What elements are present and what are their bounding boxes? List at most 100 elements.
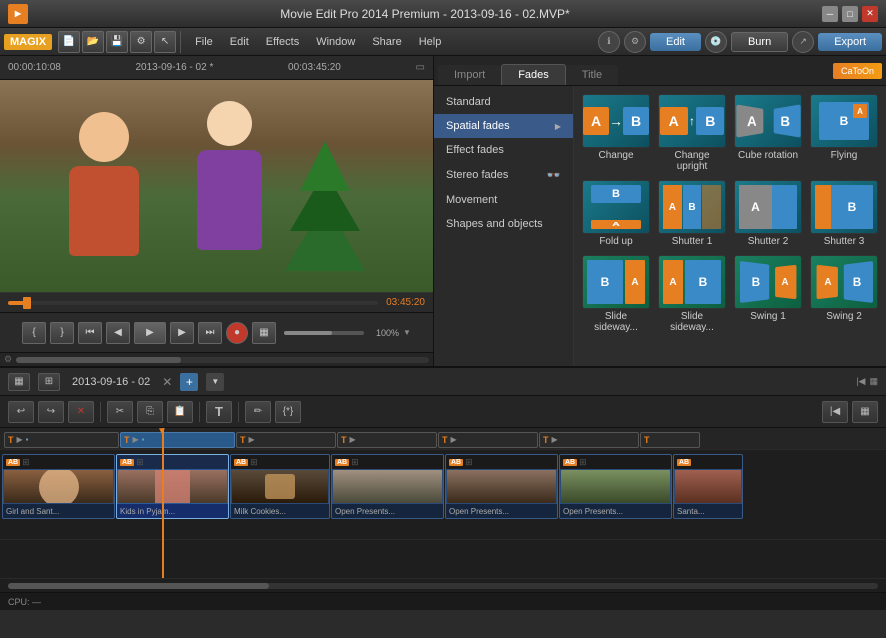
effects-content: Standard Spatial fades ▶ Effect fades St… [434, 86, 886, 366]
video-clip-1[interactable]: AB ⊞ Girl and Sant... [2, 454, 115, 519]
next-frame-button[interactable]: ▶ [170, 322, 194, 344]
timeline-storyboard-icon[interactable]: ⊞ [38, 373, 60, 391]
info-icon[interactable]: ℹ [598, 31, 620, 53]
effect-swing1-label: Swing 1 [750, 311, 786, 322]
timeline-scrollbar[interactable] [0, 578, 886, 592]
effect-fold-up-label: Fold up [599, 236, 632, 247]
cut-button[interactable]: ✂ [107, 401, 133, 423]
effects-menu-effect[interactable]: Effect fades [434, 138, 573, 162]
timeline-settings-icon[interactable]: ▦ [869, 376, 878, 387]
preview-time-start: 00:00:10:08 [8, 62, 61, 73]
record-button[interactable]: ● [226, 322, 248, 344]
title-clip-6[interactable]: T ▶ [539, 432, 639, 448]
timeline-dropdown-button[interactable]: ▼ [206, 373, 224, 391]
minimize-button[interactable]: ─ [822, 6, 838, 22]
title-clip-2[interactable]: T ▶ ▪ [120, 432, 235, 448]
effect-change[interactable]: A → B Change [582, 94, 650, 172]
mark-in-button[interactable]: { [22, 322, 46, 344]
maximize-button[interactable]: □ [842, 6, 858, 22]
video-clip-2[interactable]: AB ⊞ Kids in Pyjam... [116, 454, 229, 519]
effect-change-upright[interactable]: A ↑ B Change upright [658, 94, 726, 172]
video-clip-6[interactable]: AB ⊞ Open Presents... [559, 454, 672, 519]
video-clip-5[interactable]: AB ⊞ Open Presents... [445, 454, 558, 519]
video-clip-3[interactable]: AB ⊞ Milk Cookies... [230, 454, 330, 519]
timeline-tracks[interactable]: T ▶ ▪ T ▶ ▪ T ▶ [0, 428, 886, 578]
title-clip-5[interactable]: T ▶ [438, 432, 538, 448]
timeline-view-icon[interactable]: ▦ [8, 373, 30, 391]
effects-menu-stereo[interactable]: Stereo fades 👓 [434, 162, 573, 188]
step-back-button[interactable]: ⏮ [78, 322, 102, 344]
tab-fades[interactable]: Fades [501, 64, 566, 85]
text-button[interactable]: T [206, 401, 232, 423]
tab-title[interactable]: Title [566, 65, 618, 85]
effect-swing1[interactable]: B A Swing 1 [734, 255, 802, 333]
title-clip-4[interactable]: T ▶ [337, 432, 437, 448]
settings-circle-icon[interactable]: ⚙ [624, 31, 646, 53]
effect-swing2-label: Swing 2 [826, 311, 862, 322]
delete-button[interactable]: ✕ [68, 401, 94, 423]
export-button[interactable]: Export [818, 33, 882, 51]
effects-menu-spatial[interactable]: Spatial fades ▶ [434, 114, 573, 138]
prev-frame-button[interactable]: ◀ [106, 322, 130, 344]
more-controls-button[interactable]: ▦ [252, 322, 276, 344]
zoom-down-icon: ▼ [403, 328, 411, 337]
mark-out-button[interactable]: } [50, 322, 74, 344]
title-clip-7[interactable]: T [640, 432, 700, 448]
effect-cube-rotation[interactable]: A B Cube rotation [734, 94, 802, 172]
menu-items: File Edit Effects Window Share Help [187, 33, 449, 51]
new-icon[interactable]: 📄 [58, 31, 80, 53]
menu-file[interactable]: File [187, 33, 221, 51]
effects-menu-shapes[interactable]: Shapes and objects [434, 212, 573, 236]
effects-menu-standard[interactable]: Standard [434, 90, 573, 114]
effect-shutter1[interactable]: A B Shutter 1 [658, 180, 726, 247]
menu-edit[interactable]: Edit [222, 33, 257, 51]
undo-button[interactable]: ↩ [8, 401, 34, 423]
tab-cartoon[interactable]: CaToOn [833, 63, 882, 79]
menu-help[interactable]: Help [411, 33, 450, 51]
timeline-skip-start-icon[interactable]: |◀ [856, 376, 865, 387]
title-clip-1[interactable]: T ▶ ▪ [4, 432, 119, 448]
video-clip-4[interactable]: AB ⊞ Open Presents... [331, 454, 444, 519]
burn-button[interactable]: Burn [731, 32, 788, 52]
settings-icon[interactable]: ⚙ [130, 31, 152, 53]
tab-import[interactable]: Import [438, 65, 501, 85]
effect-slide-sideway1[interactable]: B A Slide sideway... [582, 255, 650, 333]
effect-slide-sideway2[interactable]: A B Slide sideway... [658, 255, 726, 333]
effect-cube-rotation-label: Cube rotation [738, 150, 798, 161]
menu-share[interactable]: Share [364, 33, 409, 51]
effect-flying-label: Flying [831, 150, 858, 161]
video-clip-7[interactable]: AB Santa... [673, 454, 743, 519]
settings-small-icon[interactable]: ⚙ [4, 354, 12, 365]
preview-maximize-icon[interactable]: ▭ [416, 62, 425, 73]
brush-button[interactable]: ✏ [245, 401, 271, 423]
effect-shutter3[interactable]: A B Shutter 3 [810, 180, 878, 247]
effect-swing2[interactable]: A B Swing 2 [810, 255, 878, 333]
timeline-add-button[interactable]: + [180, 373, 198, 391]
step-forward-button[interactable]: ⏭ [198, 322, 222, 344]
play-button[interactable]: ▶ [134, 322, 166, 344]
tl-counter-btn[interactable]: ▦ [852, 401, 878, 423]
close-button[interactable]: ✕ [862, 6, 878, 22]
paste-button[interactable]: 📋 [167, 401, 193, 423]
edit-mode-button[interactable]: Edit [650, 33, 701, 51]
effect-flying[interactable]: B A Flying [810, 94, 878, 172]
cursor-icon[interactable]: ↖ [154, 31, 176, 53]
effects-sidebar: Standard Spatial fades ▶ Effect fades St… [434, 86, 574, 366]
effect-shutter2[interactable]: B A Shutter 2 [734, 180, 802, 247]
title-clip-3[interactable]: T ▶ [236, 432, 336, 448]
volume-control[interactable] [284, 331, 364, 335]
redo-button[interactable]: ↪ [38, 401, 64, 423]
effects-button[interactable]: {*} [275, 401, 301, 423]
effect-fold-up[interactable]: B A Fold up [582, 180, 650, 247]
timeline-close-icon[interactable]: ✕ [162, 375, 172, 389]
menu-effects[interactable]: Effects [258, 33, 307, 51]
menu-window[interactable]: Window [308, 33, 363, 51]
preview-timeline-bar[interactable]: 03:45:20 [0, 292, 433, 312]
preview-scrollbar[interactable]: ⚙ [0, 352, 433, 366]
copy-button[interactable]: ⎘ [137, 401, 163, 423]
save-icon[interactable]: 💾 [106, 31, 128, 53]
effects-menu-movement[interactable]: Movement [434, 188, 573, 212]
open-icon[interactable]: 📂 [82, 31, 104, 53]
preview-clip-name: 2013-09-16 - 02 * [136, 62, 214, 73]
tl-skip-start-btn[interactable]: |◀ [822, 401, 848, 423]
